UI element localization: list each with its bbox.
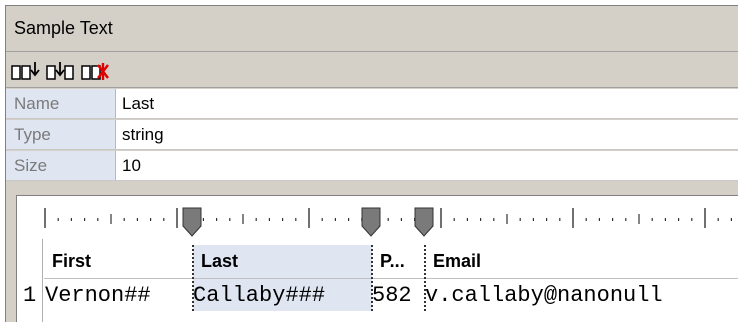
panel-title-bar: Sample Text (6, 6, 738, 52)
column-separator[interactable] (192, 245, 194, 311)
field-toolbar (6, 53, 738, 88)
column-marker-handle[interactable] (182, 207, 202, 237)
column-header-last[interactable]: Last (193, 245, 372, 279)
append-field-icon (46, 61, 74, 80)
column-separator[interactable] (424, 245, 426, 311)
row-number-column: 1 (17, 239, 43, 322)
data-preview-area: 1 First Last P... Email Vernon## Callaby… (6, 184, 738, 322)
column-ruler[interactable] (16, 195, 738, 239)
column-marker-handle[interactable] (361, 207, 381, 237)
cell-phone[interactable]: 582 (372, 279, 425, 311)
sample-text-panel: Sample Text Name Last Type string Size 1… (5, 5, 738, 322)
panel-title: Sample Text (14, 18, 113, 38)
column-header-phone[interactable]: P... (372, 245, 425, 279)
column-separator[interactable] (371, 245, 373, 311)
data-grid: 1 First Last P... Email Vernon## Callaby… (16, 239, 738, 322)
property-value-size[interactable]: 10 (116, 151, 738, 180)
property-key: Type (6, 120, 116, 149)
insert-field-icon (11, 61, 40, 80)
cell-first[interactable]: Vernon## (45, 279, 193, 311)
property-row-size: Size 10 (6, 151, 738, 181)
property-row-name: Name Last (6, 89, 738, 119)
delete-field-icon (81, 62, 109, 80)
property-key: Size (6, 151, 116, 180)
insert-field-button[interactable] (8, 58, 42, 83)
column-header-first[interactable]: First (44, 245, 193, 279)
cell-last[interactable]: Callaby### (193, 279, 372, 311)
ruler-scale (44, 207, 733, 237)
row-number: 1 (23, 283, 37, 308)
delete-field-button[interactable] (78, 58, 112, 83)
append-field-button[interactable] (43, 58, 77, 83)
column-marker-handle[interactable] (414, 207, 434, 237)
cell-email[interactable]: v.callaby@nanonull (425, 279, 738, 311)
column-header-email[interactable]: Email (425, 245, 738, 279)
property-row-type: Type string (6, 120, 738, 150)
property-value-type[interactable]: string (116, 120, 738, 149)
property-value-name[interactable]: Last (116, 89, 738, 118)
property-key: Name (6, 89, 116, 118)
